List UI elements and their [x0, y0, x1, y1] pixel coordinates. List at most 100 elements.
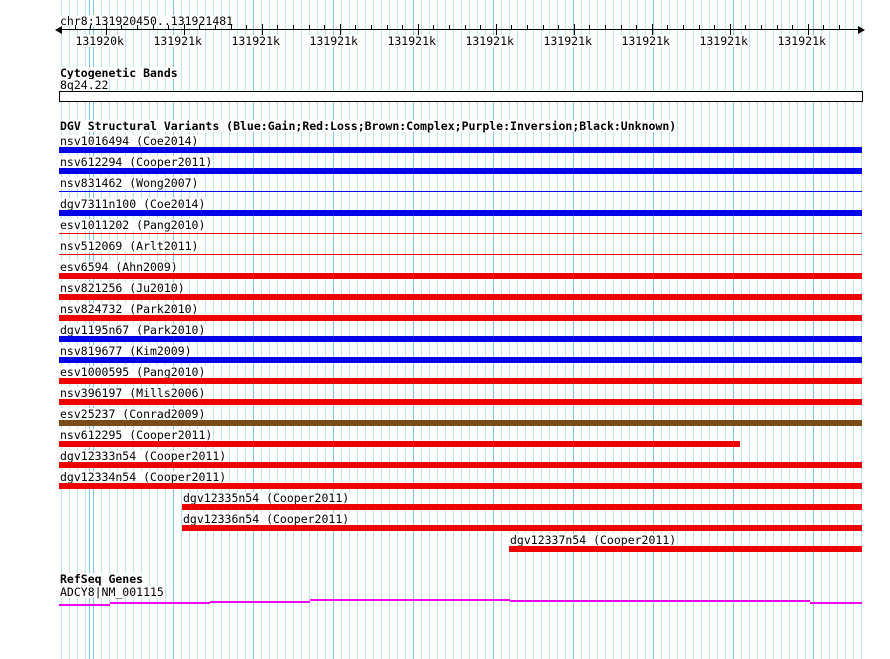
cytoband-label: 8q24.22	[59, 78, 110, 92]
variant-bar-gain[interactable]	[59, 147, 862, 153]
variant-label[interactable]: dgv7311n100 (Coe2014)	[59, 198, 207, 210]
ruler-minor-tick	[464, 25, 466, 30]
variant-bar-loss[interactable]	[59, 273, 862, 279]
variant-label[interactable]: nsv396197 (Mills2006)	[59, 387, 207, 399]
ruler-minor-tick	[448, 25, 450, 30]
cytoband-box	[59, 91, 863, 102]
variant-label[interactable]: dgv12335n54 (Cooper2011)	[182, 492, 351, 504]
variant-bar-loss[interactable]	[182, 525, 862, 531]
variant-label[interactable]: dgv12337n54 (Cooper2011)	[509, 534, 678, 546]
gene-line-segment[interactable]	[110, 602, 210, 604]
ruler-minor-tick	[526, 25, 528, 30]
variant-bar-loss[interactable]	[59, 462, 862, 468]
ruler-minor-tick	[823, 25, 825, 30]
ruler-tick-label: 131921k	[386, 34, 437, 48]
ruler-minor-tick	[745, 25, 747, 30]
variant-bar-gain[interactable]	[59, 336, 862, 342]
variant-label[interactable]: dgv12333n54 (Cooper2011)	[59, 450, 228, 462]
ruler-minor-tick	[760, 25, 762, 30]
ruler-minor-tick	[714, 25, 716, 30]
ruler-minor-tick	[90, 25, 92, 30]
ruler-minor-tick	[230, 25, 232, 30]
variant-label[interactable]: nsv824732 (Park2010)	[59, 303, 200, 315]
ruler-minor-tick	[214, 25, 216, 30]
ruler-minor-tick	[152, 25, 154, 30]
gene-line-segment[interactable]	[810, 602, 862, 604]
ruler-minor-tick	[370, 25, 372, 30]
region-title: chr8:131920450..131921481	[59, 14, 235, 28]
ruler-minor-tick	[698, 25, 700, 30]
ruler-minor-tick	[308, 25, 310, 30]
ruler-minor-tick	[667, 25, 669, 30]
variant-bar-loss[interactable]	[509, 546, 862, 552]
ruler-minor-tick	[542, 25, 544, 30]
ruler-minor-tick	[168, 25, 170, 30]
ruler-minor-tick	[121, 25, 123, 30]
refseq-track-header: RefSeq Genes	[59, 572, 145, 586]
genome-browser-view: chr8:131920450..131921481 131920k 131921k…	[0, 0, 890, 659]
variant-label[interactable]: esv6594 (Ahn2009)	[59, 261, 179, 273]
ruler-tick-label: 131921k	[620, 34, 671, 48]
ruler-minor-tick	[792, 25, 794, 30]
variant-bar-loss[interactable]	[59, 254, 862, 255]
variant-label[interactable]: nsv819677 (Kim2009)	[59, 345, 193, 357]
ruler-minor-tick	[355, 25, 357, 30]
variant-label[interactable]: nsv821256 (Ju2010)	[59, 282, 186, 294]
variant-label[interactable]: nsv1016494 (Coe2014)	[59, 135, 200, 147]
variant-label[interactable]: dgv12336n54 (Cooper2011)	[182, 513, 351, 525]
ruler-tick-label: 131921k	[542, 34, 593, 48]
ruler-minor-tick	[838, 25, 840, 30]
ruler-minor-tick	[682, 25, 684, 30]
ruler-minor-tick	[324, 25, 326, 30]
ruler-minor-tick	[199, 25, 201, 30]
variant-label[interactable]: dgv1195n67 (Park2010)	[59, 324, 207, 336]
ruler-tick-label: 131920k	[74, 34, 125, 48]
variant-label[interactable]: dgv12334n54 (Cooper2011)	[59, 471, 228, 483]
ruler-minor-tick	[277, 25, 279, 30]
ruler-minor-tick	[604, 25, 606, 30]
variant-bar-loss[interactable]	[59, 315, 862, 321]
variant-bar-loss[interactable]	[59, 399, 862, 405]
ruler-left-arrow-icon	[55, 26, 62, 34]
variant-bar-gain[interactable]	[59, 168, 862, 174]
ruler-minor-tick	[433, 25, 435, 30]
variant-bar-gain[interactable]	[59, 357, 862, 363]
gene-line-segment[interactable]	[210, 601, 310, 603]
ruler-minor-tick	[620, 25, 622, 30]
ruler-minor-tick	[776, 25, 778, 30]
ruler-minor-tick	[292, 25, 294, 30]
ruler-line	[61, 29, 859, 30]
gene-line-segment[interactable]	[510, 600, 810, 602]
variant-bar-gain[interactable]	[59, 191, 862, 192]
ruler-minor-tick	[511, 25, 513, 30]
ruler-minor-tick	[402, 25, 404, 30]
ruler-minor-tick	[480, 25, 482, 30]
ruler-minor-tick	[246, 25, 248, 30]
variant-bar-loss[interactable]	[182, 504, 862, 510]
variant-bar-loss[interactable]	[59, 441, 740, 447]
ruler-minor-tick	[136, 25, 138, 30]
gene-line-segment[interactable]	[59, 604, 110, 606]
ruler-tick-label: 131921k	[230, 34, 281, 48]
variant-bar-loss[interactable]	[59, 378, 862, 384]
variant-label[interactable]: nsv612295 (Cooper2011)	[59, 429, 214, 441]
variant-bar-loss[interactable]	[59, 233, 862, 234]
ruler-minor-tick	[589, 25, 591, 30]
ruler-minor-tick	[74, 25, 76, 30]
ruler-minor-tick	[558, 25, 560, 30]
variant-label[interactable]: esv1011202 (Pang2010)	[59, 219, 207, 231]
variant-label[interactable]: esv1000595 (Pang2010)	[59, 366, 207, 378]
ruler-tick-label: 131921k	[776, 34, 827, 48]
variant-bar-loss[interactable]	[59, 483, 862, 489]
variant-bar-loss[interactable]	[59, 294, 862, 300]
variant-bar-gain[interactable]	[59, 210, 862, 216]
variant-label[interactable]: nsv612294 (Cooper2011)	[59, 156, 214, 168]
variant-label[interactable]: nsv831462 (Wong2007)	[59, 177, 200, 189]
refseq-gene-label[interactable]: ADCY8|NM_001115	[59, 586, 165, 598]
variant-bar-complex[interactable]	[59, 420, 862, 426]
gene-line-segment[interactable]	[310, 599, 510, 601]
variant-label[interactable]: nsv512069 (Arlt2011)	[59, 240, 200, 252]
ruler-tick-label: 131921k	[152, 34, 203, 48]
variant-label[interactable]: esv25237 (Conrad2009)	[59, 408, 207, 420]
ruler-minor-tick	[386, 25, 388, 30]
